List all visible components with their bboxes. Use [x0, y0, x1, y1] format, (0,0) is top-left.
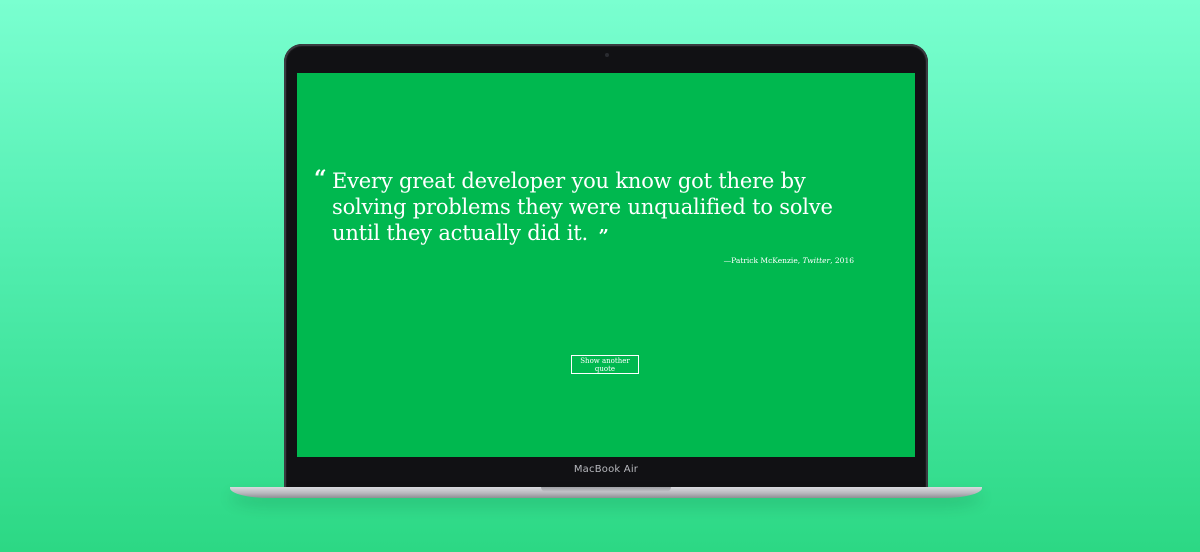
- attribution-author: —Patrick McKenzie,: [723, 256, 803, 265]
- laptop-lid: “ Every great developer you know got the…: [284, 44, 928, 490]
- quote-text-block: “ Every great developer you know got the…: [314, 166, 874, 250]
- camera-icon: [605, 53, 609, 57]
- close-quote-icon: ”: [598, 226, 609, 247]
- quote-text: Every great developer you know got there…: [332, 169, 833, 245]
- laptop-screen: “ Every great developer you know got the…: [297, 73, 915, 457]
- quote-attribution: —Patrick McKenzie, Twitter, 2016: [314, 256, 874, 265]
- show-another-quote-button[interactable]: Show another quote: [571, 355, 639, 374]
- laptop-notch: [541, 487, 671, 492]
- attribution-year: , 2016: [830, 256, 854, 265]
- laptop-base: [230, 487, 982, 498]
- device-label: MacBook Air: [573, 464, 639, 475]
- open-quote-icon: “: [314, 166, 327, 192]
- quote-block: “ Every great developer you know got the…: [314, 166, 874, 265]
- attribution-source: Twitter: [802, 256, 831, 265]
